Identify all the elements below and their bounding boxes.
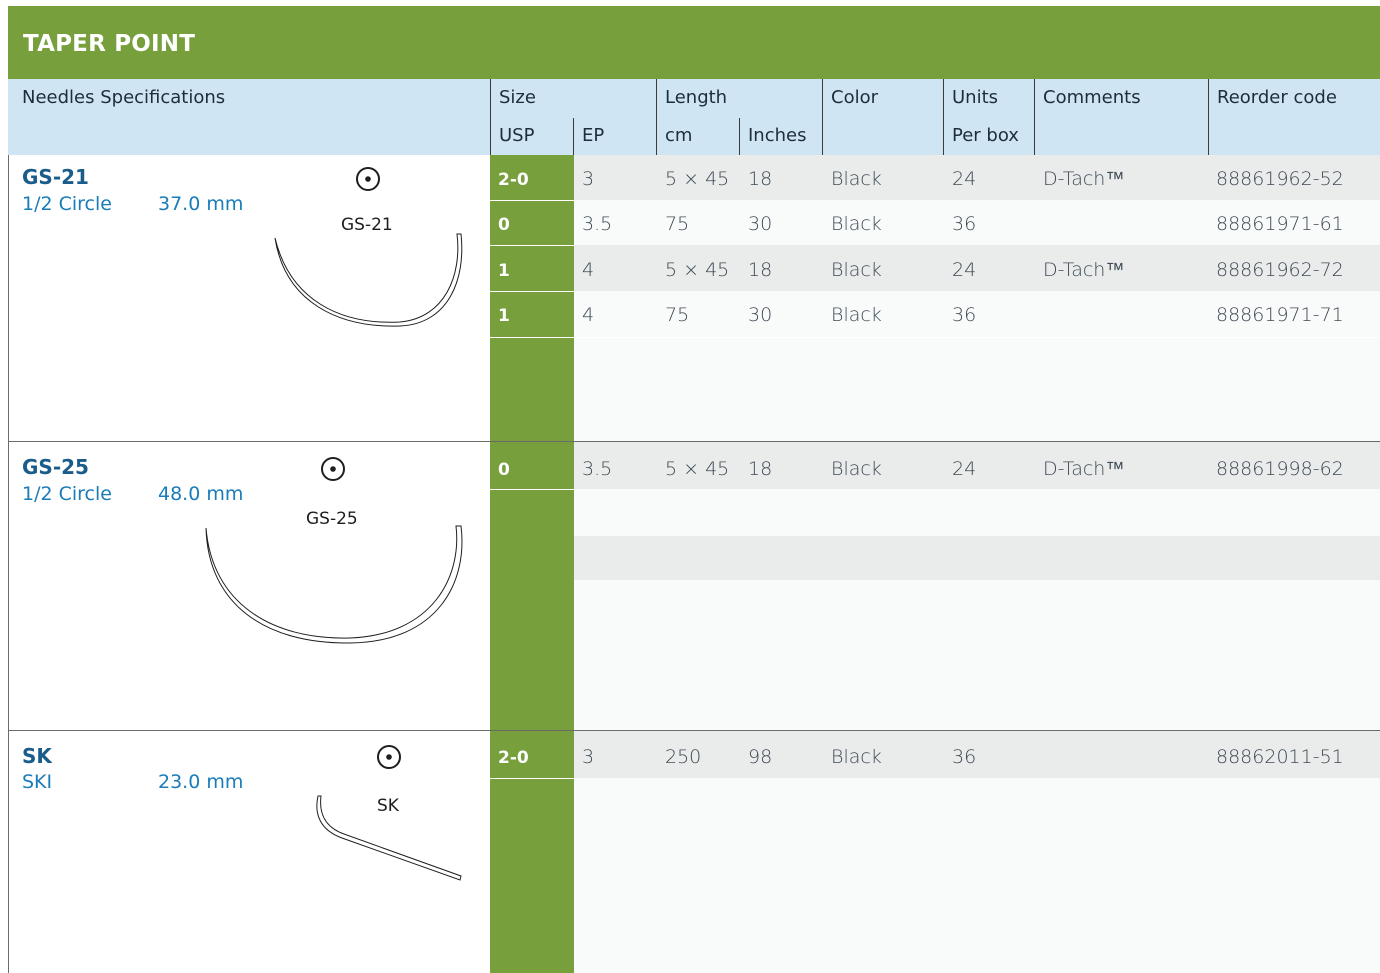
row-divider bbox=[490, 489, 574, 490]
header-reorder-label: Reorder code bbox=[1217, 87, 1337, 108]
table-row bbox=[490, 580, 1380, 730]
dot-circle-icon bbox=[356, 167, 380, 191]
units-value: 24 bbox=[952, 458, 977, 480]
reorder-code: 88862011-51 bbox=[1216, 746, 1344, 768]
cm-value: 250 bbox=[665, 746, 702, 768]
header-divider bbox=[1034, 79, 1035, 155]
needle-shape: 1/2 Circle bbox=[22, 483, 112, 505]
header-units-label: Units bbox=[952, 87, 999, 108]
color-value: Black bbox=[831, 746, 882, 768]
table-row bbox=[490, 536, 1380, 580]
header-ep-label: EP bbox=[582, 125, 605, 146]
header-size-label: Size bbox=[499, 87, 536, 108]
ep-value: 3.5 bbox=[582, 213, 613, 235]
color-value: Black bbox=[831, 213, 882, 235]
page-title: TAPER POINT bbox=[23, 31, 196, 57]
units-value: 36 bbox=[952, 746, 977, 768]
reorder-code: 88861971-71 bbox=[1216, 304, 1344, 326]
header-divider bbox=[490, 79, 491, 155]
header-usp-label: USP bbox=[499, 125, 535, 146]
usp-value: 1 bbox=[498, 261, 510, 281]
needle-name: GS-21 bbox=[22, 165, 89, 189]
color-value: Black bbox=[831, 259, 882, 281]
usp-value: 1 bbox=[498, 306, 510, 326]
usp-value: 2-0 bbox=[498, 170, 529, 190]
row-divider bbox=[490, 291, 574, 292]
row-divider bbox=[490, 337, 574, 338]
header-divider bbox=[822, 79, 823, 155]
header-comments-label: Comments bbox=[1043, 87, 1141, 108]
header-divider bbox=[739, 118, 740, 155]
units-value: 36 bbox=[952, 213, 977, 235]
needle-name: GS-25 bbox=[22, 455, 89, 479]
usp-column bbox=[490, 155, 574, 441]
row-divider bbox=[490, 337, 1380, 338]
header-needles-spec-label: Needles Specifications bbox=[22, 87, 226, 108]
needle-name: SK bbox=[22, 744, 52, 768]
inches-value: 18 bbox=[748, 168, 773, 190]
table-row bbox=[490, 778, 1380, 973]
needle-drawing bbox=[205, 525, 463, 644]
comments-value: D-Tach™ bbox=[1043, 168, 1125, 190]
header-color-label: Color bbox=[831, 87, 878, 108]
table-row bbox=[490, 489, 1380, 536]
reorder-code: 88861971-61 bbox=[1216, 213, 1344, 235]
header-divider bbox=[573, 118, 574, 155]
needle-size: 23.0 mm bbox=[158, 771, 244, 793]
needle-size: 37.0 mm bbox=[158, 193, 244, 215]
ep-value: 3.5 bbox=[582, 458, 613, 480]
inches-value: 18 bbox=[748, 458, 773, 480]
section-divider bbox=[8, 441, 1380, 442]
cm-value: 5 × 45 bbox=[665, 168, 730, 190]
cm-value: 5 × 45 bbox=[665, 458, 730, 480]
inches-value: 30 bbox=[748, 213, 773, 235]
reorder-code: 88861962-72 bbox=[1216, 259, 1344, 281]
title-bar: TAPER POINT bbox=[8, 6, 1380, 79]
color-value: Black bbox=[831, 304, 882, 326]
units-value: 24 bbox=[952, 259, 977, 281]
inches-value: 18 bbox=[748, 259, 773, 281]
header-divider bbox=[656, 79, 657, 155]
cm-value: 75 bbox=[665, 213, 690, 235]
cm-value: 5 × 45 bbox=[665, 259, 730, 281]
dot-circle-icon bbox=[321, 457, 345, 481]
table-row bbox=[490, 338, 1380, 441]
header-cm-label: cm bbox=[665, 125, 693, 146]
inches-value: 30 bbox=[748, 304, 773, 326]
usp-value: 2-0 bbox=[498, 748, 529, 768]
color-value: Black bbox=[831, 168, 882, 190]
reorder-code: 88861962-52 bbox=[1216, 168, 1344, 190]
ep-value: 4 bbox=[582, 259, 595, 281]
comments-value: D-Tach™ bbox=[1043, 259, 1125, 281]
cm-value: 75 bbox=[665, 304, 690, 326]
row-divider bbox=[490, 778, 574, 779]
header-length-label: Length bbox=[665, 87, 728, 108]
header-inches-label: Inches bbox=[748, 125, 807, 146]
units-value: 36 bbox=[952, 304, 977, 326]
row-divider bbox=[490, 245, 574, 246]
needle-drawing bbox=[274, 233, 463, 327]
row-divider bbox=[490, 200, 574, 201]
usp-column bbox=[490, 442, 574, 730]
dot-circle-icon bbox=[377, 745, 401, 769]
header-divider bbox=[1208, 79, 1209, 155]
inches-value: 98 bbox=[748, 746, 773, 768]
usp-value: 0 bbox=[498, 460, 510, 480]
reorder-code: 88861998-62 bbox=[1216, 458, 1344, 480]
usp-value: 0 bbox=[498, 215, 510, 235]
needle-shape: SKI bbox=[22, 771, 53, 793]
ep-value: 3 bbox=[582, 746, 595, 768]
units-value: 24 bbox=[952, 168, 977, 190]
needle-shape: 1/2 Circle bbox=[22, 193, 112, 215]
needle-size: 48.0 mm bbox=[158, 483, 244, 505]
ep-value: 3 bbox=[582, 168, 595, 190]
table-left-border bbox=[8, 155, 9, 973]
header-divider bbox=[943, 79, 944, 155]
ep-value: 4 bbox=[582, 304, 595, 326]
header-per-box-label: Per box bbox=[952, 125, 1019, 146]
section-divider bbox=[8, 730, 1380, 731]
comments-value: D-Tach™ bbox=[1043, 458, 1125, 480]
color-value: Black bbox=[831, 458, 882, 480]
needle-drawing bbox=[316, 795, 462, 881]
